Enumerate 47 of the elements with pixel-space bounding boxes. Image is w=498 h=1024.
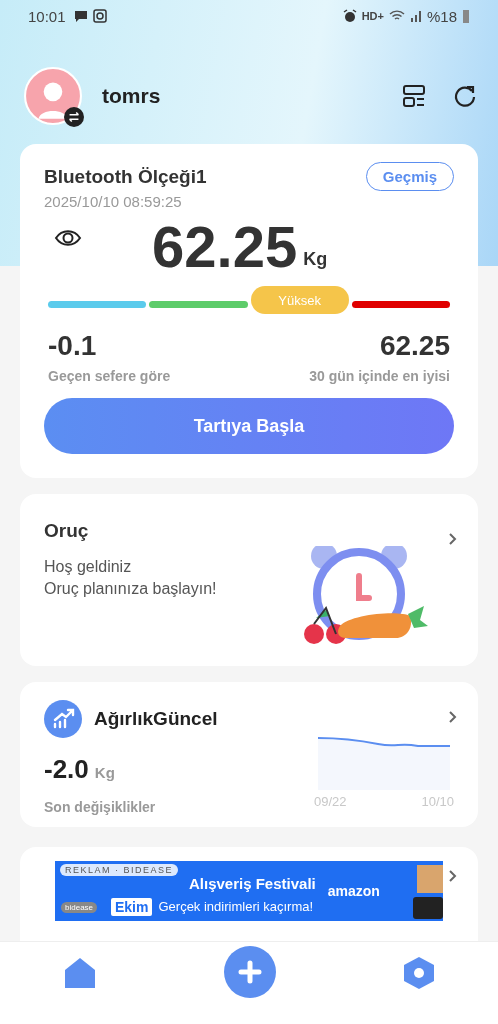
- change-value: -0.1: [48, 330, 98, 362]
- chevron-icon: [448, 869, 458, 883]
- eye-icon[interactable]: [54, 228, 82, 248]
- trend-icon: [44, 700, 82, 738]
- username: tomrs: [102, 84, 161, 108]
- screenshot-icon: [92, 9, 107, 23]
- status-time: 10:01: [28, 7, 66, 25]
- ad-slogan: Gerçek indirimleri kaçırma!: [158, 899, 314, 914]
- best-label: 30 gün içinde en iyisi: [309, 368, 450, 384]
- settings-icon[interactable]: [402, 956, 435, 990]
- avatar[interactable]: [24, 67, 82, 125]
- ad-brand: amazon: [327, 883, 380, 899]
- timestamp: 2025/10/10 08:59:25: [44, 193, 183, 210]
- add-icon[interactable]: [224, 946, 276, 998]
- chevron-icon: [448, 710, 458, 724]
- fasting-card[interactable]: Oruç Hoş geldiniz Oruç planınıza başlayın!: [20, 494, 478, 666]
- switch-icon[interactable]: [64, 107, 84, 127]
- trend-caption: Son değişiklikler: [44, 799, 157, 815]
- battery-icon: [462, 9, 470, 23]
- ad-headline: Alışveriş Festivali: [188, 874, 316, 892]
- ad-banner[interactable]: Alışveriş Festivali Ekim Gerçek indirimleri kaçırma! amazon REKLAM · BIDEASE bidease: [55, 861, 443, 921]
- card-title: Bluetooth Ölçeği1: [44, 165, 207, 188]
- home-icon[interactable]: [63, 956, 98, 990]
- battery-level: %18: [426, 7, 457, 25]
- card-title: Oruç: [44, 520, 90, 542]
- card-title: AğırlıkGüncel: [94, 708, 218, 730]
- fasting-text: Oruç planınıza başlayın!: [44, 580, 217, 598]
- level-badge: Yüksek: [250, 286, 349, 314]
- alarm-icon: [342, 9, 357, 23]
- ad-label: REKLAM · BIDEASE: [60, 864, 179, 876]
- change-label: Geçen sefere göre: [48, 368, 171, 384]
- message-icon: [73, 9, 88, 23]
- start-weighing-button[interactable]: Tartıya Başla: [44, 398, 454, 454]
- change-unit: Kg: [94, 764, 115, 781]
- chevron-icon: [448, 532, 458, 546]
- weight-value: 62.25: [152, 218, 298, 276]
- change-value: -2.0: [44, 754, 89, 785]
- weight-unit: Kg: [303, 249, 328, 270]
- ad-date: Ekim: [111, 897, 153, 916]
- wifi-icon: [388, 10, 405, 22]
- fasting-text: Hoş geldiniz: [44, 558, 133, 576]
- ad-badge: bidease: [61, 902, 98, 913]
- refresh-icon[interactable]: [452, 83, 478, 109]
- signal-icon: [409, 10, 422, 22]
- layout-icon[interactable]: [402, 84, 426, 108]
- network-type: HD+: [361, 10, 384, 22]
- best-value: 62.25: [379, 330, 450, 362]
